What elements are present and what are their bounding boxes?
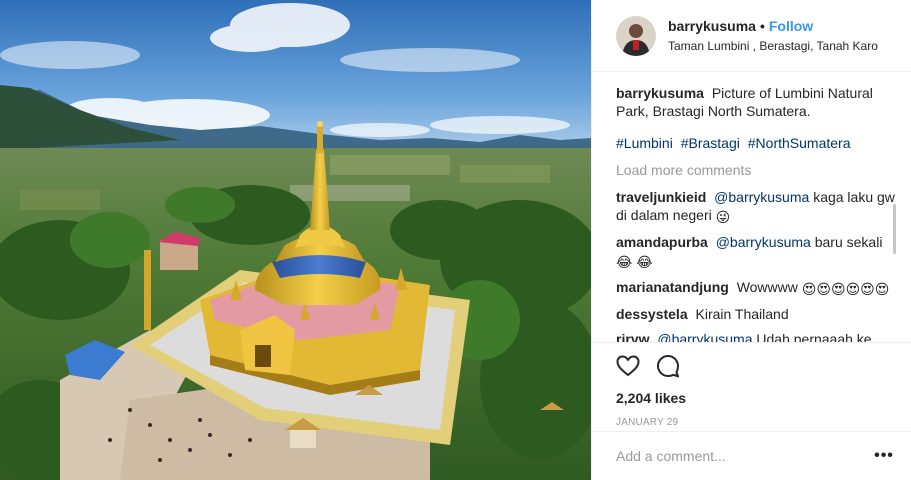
comments-section[interactable]: barrykusuma Picture of Lumbini Natural P…	[616, 84, 896, 342]
separator-dot: •	[759, 17, 765, 34]
comment-username[interactable]: dessystela	[616, 306, 688, 322]
temple-aerial-photo	[0, 0, 591, 480]
caption-hashtags: #Lumbini #Brastagi #NorthSumatera	[616, 134, 896, 152]
likes-count[interactable]: 2,204 likes	[616, 389, 888, 407]
hashtag-link[interactable]: #Lumbini	[616, 135, 673, 151]
comment-text: Wowwww	[736, 279, 798, 295]
comment-item: riryw @barrykusuma Udah pernaaah ke	[616, 330, 896, 342]
hashtag-link[interactable]: #Brastagi	[681, 135, 740, 151]
post-photo[interactable]	[0, 0, 591, 480]
comment-bubble-icon[interactable]	[656, 354, 680, 378]
comment-item: marianatandjung Wowwww 😍😍😍😍😍😍	[616, 278, 896, 298]
action-icons	[616, 343, 888, 389]
comment-text: Udah pernaaah ke	[756, 331, 872, 342]
comment-text: baru sekali	[814, 234, 883, 250]
comment-emoji: 😜	[715, 209, 731, 225]
comment-username[interactable]: traveljunkieid	[616, 189, 706, 205]
post-side-panel: barrykusuma • Follow Taman Lumbini , Ber…	[591, 0, 911, 480]
post-actions: 2,204 likes JANUARY 29	[592, 342, 911, 428]
hashtag-link[interactable]: #NorthSumatera	[748, 135, 851, 151]
add-comment-bar: •••	[592, 431, 911, 480]
post-author-username[interactable]: barrykusuma	[668, 17, 756, 35]
comment-username[interactable]: amandapurba	[616, 234, 708, 250]
post-caption: barrykusuma Picture of Lumbini Natural P…	[616, 84, 896, 120]
comment-emoji: 😂 😂	[616, 254, 653, 270]
comment-username[interactable]: marianatandjung	[616, 279, 729, 295]
post-header: barrykusuma • Follow Taman Lumbini , Ber…	[592, 0, 911, 72]
comment-item: amandapurba @barrykusuma baru sekali 😂 😂	[616, 233, 896, 271]
user-avatar-icon	[616, 15, 656, 56]
post-date[interactable]: JANUARY 29	[616, 417, 888, 428]
add-comment-input[interactable]	[616, 448, 872, 464]
comment-username[interactable]: riryw	[616, 331, 649, 342]
location-link[interactable]: Taman Lumbini , Berastagi, Tanah Karo	[668, 37, 878, 55]
comment-text: Kirain Thailand	[695, 306, 789, 322]
comment-mention[interactable]: @barrykusuma	[657, 331, 752, 342]
comment-mention[interactable]: @barrykusuma	[714, 189, 809, 205]
comment-item: dessystela Kirain Thailand	[616, 305, 896, 323]
heart-icon[interactable]	[616, 354, 640, 378]
comment-emoji: 😍😍😍😍😍😍	[801, 281, 890, 297]
instagram-post: barrykusuma • Follow Taman Lumbini , Ber…	[0, 0, 911, 480]
follow-button[interactable]: Follow	[769, 17, 813, 35]
comment-mention[interactable]: @barrykusuma	[716, 234, 811, 250]
load-more-comments-button[interactable]: Load more comments	[616, 161, 896, 179]
avatar[interactable]	[616, 15, 656, 56]
more-options-button[interactable]: •••	[872, 447, 896, 465]
caption-username[interactable]: barrykusuma	[616, 85, 704, 101]
comment-item: traveljunkieid @barrykusuma kaga laku gw…	[616, 188, 896, 226]
comments-scrollbar[interactable]	[893, 204, 896, 254]
header-text: barrykusuma • Follow Taman Lumbini , Ber…	[668, 17, 878, 55]
